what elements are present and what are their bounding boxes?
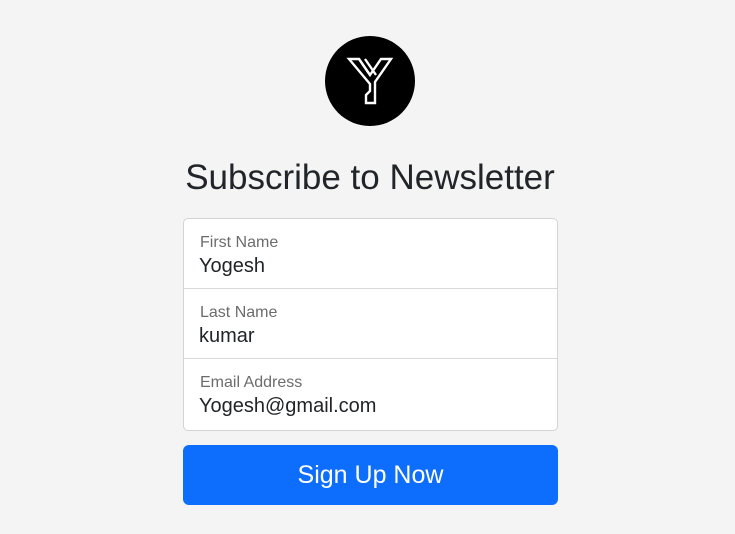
last-name-field: Last Name bbox=[184, 289, 557, 359]
last-name-input[interactable] bbox=[199, 324, 539, 348]
sign-up-button[interactable]: Sign Up Now bbox=[183, 445, 558, 505]
signup-form: First Name Last Name Email Address bbox=[183, 218, 558, 431]
first-name-field: First Name bbox=[184, 219, 557, 289]
newsletter-page: Subscribe to Newsletter First Name Last … bbox=[0, 0, 735, 534]
email-field: Email Address bbox=[184, 359, 557, 430]
y-monogram-icon bbox=[346, 57, 394, 105]
first-name-label: First Name bbox=[200, 234, 279, 251]
page-title: Subscribe to Newsletter bbox=[185, 158, 555, 197]
last-name-label: Last Name bbox=[200, 304, 278, 321]
email-label: Email Address bbox=[200, 374, 303, 391]
brand-logo bbox=[325, 36, 415, 126]
first-name-input[interactable] bbox=[199, 254, 539, 278]
email-input[interactable] bbox=[199, 394, 539, 418]
